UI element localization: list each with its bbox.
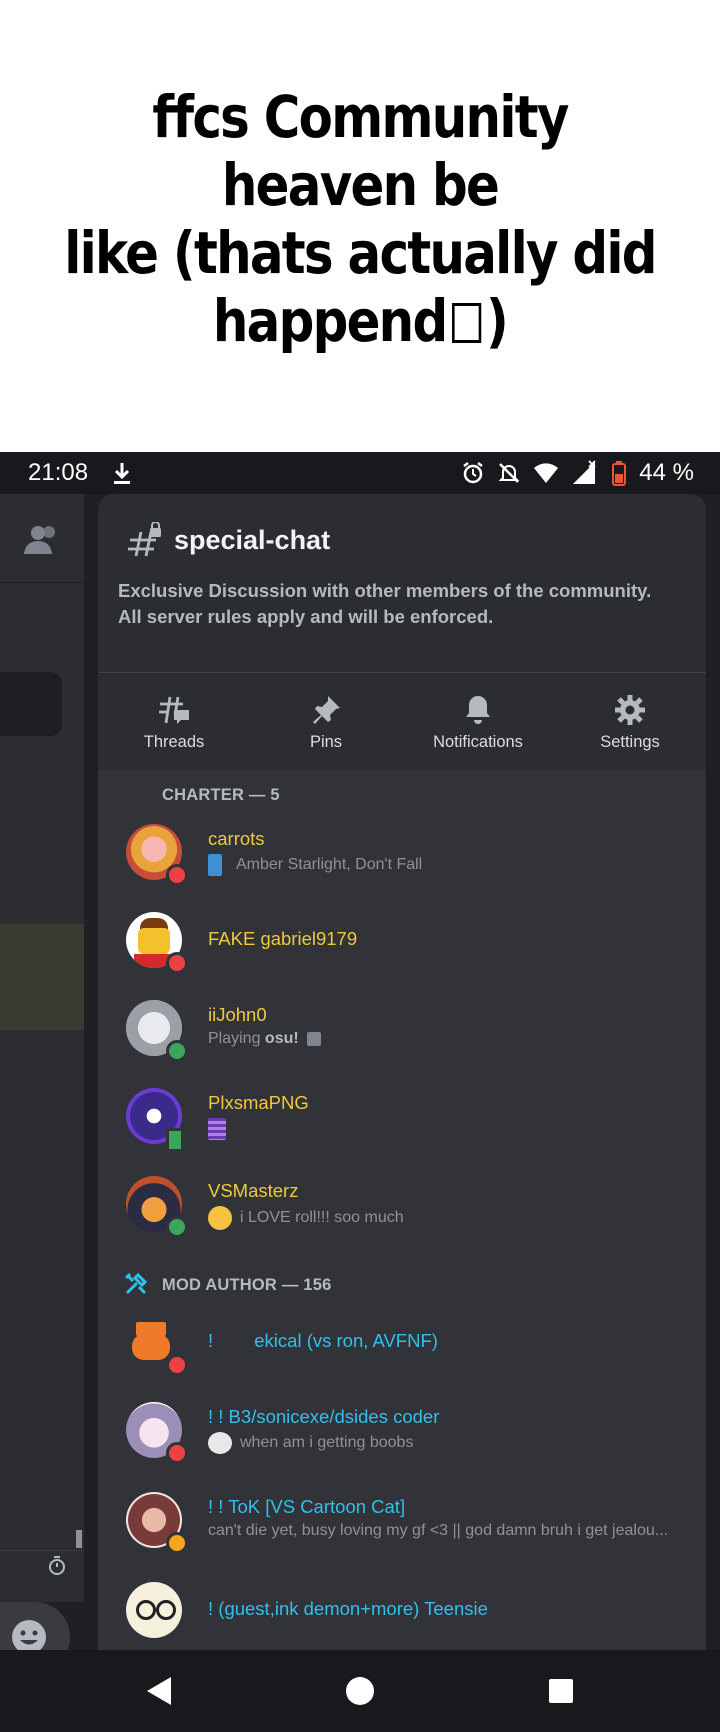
pins-label: Pins xyxy=(309,732,343,751)
channel-description: Exclusive Discussion with other members … xyxy=(118,580,652,627)
members-icon[interactable] xyxy=(22,522,62,558)
sidebar-divider-bottom xyxy=(0,1550,84,1551)
member-name: carrots xyxy=(208,828,265,849)
member-name: ! ! ToK [VS Cartoon Cat] xyxy=(208,1496,406,1517)
member-row[interactable]: PlxsmaPNG xyxy=(126,1088,686,1158)
settings-label: Settings xyxy=(600,732,660,751)
member-status: Amber Starlight, Don't Fall xyxy=(208,854,422,876)
member-row[interactable]: FAKE gabriel9179 xyxy=(126,912,686,982)
online-status-icon xyxy=(166,1040,188,1062)
server-sidebar xyxy=(0,494,84,1672)
online-status-icon xyxy=(166,1216,188,1238)
locked-channel-hash-icon xyxy=(126,522,164,558)
mobile-status-icon xyxy=(166,1128,184,1152)
member-status xyxy=(208,1118,226,1140)
channel-actions: Threads Pins Notifications Settings xyxy=(98,674,706,770)
scrollbar[interactable] xyxy=(76,1530,82,1548)
dnd-status-icon xyxy=(166,952,188,974)
member-name: PlxsmaPNG xyxy=(208,1092,309,1113)
member-row[interactable]: ! ekical (vs ron, AVFNF) xyxy=(126,1314,686,1384)
status-bar: 21:08 44 % xyxy=(0,452,720,494)
sidebar-divider xyxy=(0,582,84,583)
settings-button[interactable]: Settings xyxy=(554,674,706,770)
navigation-bar xyxy=(0,1650,720,1732)
section-charter: CHARTER — 5 xyxy=(162,786,280,804)
threads-label: Threads xyxy=(143,732,205,751)
pin-icon xyxy=(313,695,340,724)
back-button[interactable] xyxy=(145,1675,173,1707)
battery-icon xyxy=(611,460,627,486)
status-game: osu! xyxy=(264,1030,299,1047)
caption-line-3-end: ) xyxy=(486,287,509,355)
member-status-text: can't die yet, busy loving my gf <3 || g… xyxy=(208,1522,669,1539)
member-name: ! ekical (vs ron, AVFNF) xyxy=(208,1330,438,1351)
member-status-text: Amber Starlight, Don't Fall xyxy=(236,856,423,873)
member-name: FAKE gabriel9179 xyxy=(208,928,358,949)
member-row[interactable]: iiJohn0 Playing osu! xyxy=(126,1000,686,1070)
channel-name: special-chat xyxy=(174,524,331,555)
slowmode-timer-icon xyxy=(48,1556,66,1576)
home-button[interactable] xyxy=(344,1675,376,1707)
caption-text: ffcs Community heaven be like (thats act… xyxy=(59,83,661,355)
status-right: 44 % xyxy=(461,459,694,487)
member-row[interactable]: carrots Amber Starlight, Don't Fall xyxy=(126,824,686,894)
muted-bell-icon xyxy=(497,461,521,485)
member-list: CHARTER — 5 carrots Amber Starlight, Don… xyxy=(98,770,706,1732)
channel-info-panel: special-chat Exclusive Discussion with o… xyxy=(98,494,706,1732)
member-status-text: i LOVE roll!!! soo much xyxy=(240,1209,404,1226)
threads-button[interactable]: Threads xyxy=(98,674,250,770)
caption-line-3: happend xyxy=(212,287,448,355)
wifi-icon xyxy=(533,462,559,484)
caption-line-2: like (thats actually did xyxy=(64,219,657,287)
member-status: i LOVE roll!!! soo much xyxy=(208,1206,404,1230)
pins-button[interactable]: Pins xyxy=(250,674,402,770)
member-status: Playing osu! xyxy=(208,1030,321,1048)
battery-percent: 44 % xyxy=(639,459,694,486)
member-row[interactable]: VSMasterz i LOVE roll!!! soo much xyxy=(126,1176,686,1246)
member-name: iiJohn0 xyxy=(208,1004,267,1025)
download-icon xyxy=(112,461,132,485)
notifications-button[interactable]: Notifications xyxy=(402,674,554,770)
member-name: ! ! B3/sonicexe/dsides coder xyxy=(208,1406,440,1427)
rich-presence-icon xyxy=(306,1032,321,1046)
hug-emoji-icon xyxy=(208,1206,232,1230)
dnd-status-icon xyxy=(166,1442,188,1464)
tools-icon xyxy=(124,1272,148,1296)
alarm-icon xyxy=(461,461,485,485)
member-name: VSMasterz xyxy=(208,1180,299,1201)
header-divider xyxy=(98,672,706,673)
dnd-status-icon xyxy=(166,1354,188,1376)
dnd-status-icon xyxy=(166,864,188,886)
section-mod-author: MOD AUTHOR — 156 xyxy=(162,1276,332,1294)
status-prefix: Playing xyxy=(208,1030,265,1047)
avatar xyxy=(126,1582,182,1638)
threads-icon xyxy=(159,696,189,724)
member-status-text: when am i getting boobs xyxy=(240,1434,414,1451)
battery-emoji-icon xyxy=(208,854,222,876)
meme-caption: ffcs Community heaven be like (thats act… xyxy=(0,0,720,452)
signal-icon xyxy=(571,460,599,486)
caption-line-1: ffcs Community heaven be xyxy=(152,83,569,219)
member-status: can't die yet, busy loving my gf <3 || g… xyxy=(208,1522,668,1540)
sidebar-highlight xyxy=(0,924,84,1030)
thread-spool-emoji-icon xyxy=(208,1118,226,1140)
member-row[interactable]: ! ! B3/sonicexe/dsides coder when am i g… xyxy=(126,1402,686,1472)
channel-header: special-chat xyxy=(126,522,330,558)
phone-screen: 21:08 44 % special-chat Exclusive Discus… xyxy=(0,452,720,1732)
member-row[interactable]: ! ! ToK [VS Cartoon Cat] can't die yet, … xyxy=(126,1492,686,1562)
idle-status-icon xyxy=(166,1532,188,1554)
member-status: when am i getting boobs xyxy=(208,1432,413,1454)
missing-emoji-glyph xyxy=(451,303,481,343)
member-name: ! (guest,ink demon+more) Teensie xyxy=(208,1598,488,1619)
bell-icon xyxy=(466,695,490,724)
recents-button[interactable] xyxy=(547,1677,575,1705)
status-time: 21:08 xyxy=(28,459,89,486)
member-row[interactable]: ! (guest,ink demon+more) Teensie xyxy=(126,1582,686,1652)
meme-face-emoji-icon xyxy=(208,1432,232,1454)
sidebar-selected-item[interactable] xyxy=(0,672,62,736)
gear-icon xyxy=(615,694,645,725)
notifications-label: Notifications xyxy=(433,732,523,751)
